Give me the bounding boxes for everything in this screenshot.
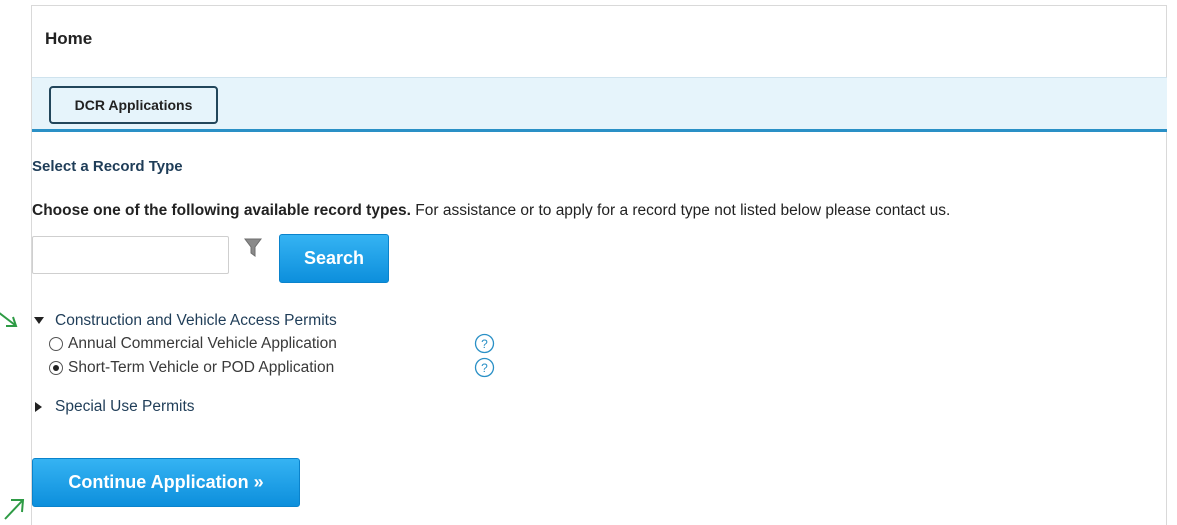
search-button[interactable]: Search bbox=[279, 234, 389, 283]
green-arrow-icon bbox=[0, 312, 18, 327]
record-group-label: Special Use Permits bbox=[55, 398, 195, 415]
instructions-bold: Choose one of the following available re… bbox=[32, 202, 411, 219]
record-type-radio-selected[interactable] bbox=[49, 361, 63, 375]
instructions-text: Choose one of the following available re… bbox=[32, 202, 950, 220]
section-title: Select a Record Type bbox=[32, 158, 183, 175]
svg-text:?: ? bbox=[481, 337, 488, 351]
tab-dcr-applications[interactable]: DCR Applications bbox=[49, 86, 218, 124]
help-icon[interactable]: ? bbox=[474, 357, 495, 378]
page-title: Home bbox=[45, 29, 93, 48]
record-group-special-use[interactable]: Special Use Permits bbox=[33, 398, 195, 416]
record-type-label: Short-Term Vehicle or POD Application bbox=[68, 359, 335, 376]
filter-icon[interactable] bbox=[244, 238, 262, 258]
caret-right-icon bbox=[35, 402, 42, 412]
record-type-item[interactable]: Short-Term Vehicle or POD Application bbox=[49, 359, 334, 377]
record-group-label: Construction and Vehicle Access Permits bbox=[55, 312, 337, 329]
green-arrow-icon bbox=[4, 499, 25, 520]
record-type-radio[interactable] bbox=[49, 337, 63, 351]
svg-text:?: ? bbox=[481, 361, 488, 375]
caret-down-icon bbox=[34, 317, 44, 324]
record-type-label: Annual Commercial Vehicle Application bbox=[68, 335, 337, 352]
search-input[interactable] bbox=[32, 236, 229, 274]
instructions-rest: For assistance or to apply for a record … bbox=[410, 202, 951, 219]
continue-application-button[interactable]: Continue Application » bbox=[32, 458, 300, 507]
record-group-construction[interactable]: Construction and Vehicle Access Permits bbox=[33, 312, 337, 330]
record-type-item[interactable]: Annual Commercial Vehicle Application bbox=[49, 335, 337, 353]
tab-bar: DCR Applications bbox=[32, 77, 1167, 132]
help-icon[interactable]: ? bbox=[474, 333, 495, 354]
